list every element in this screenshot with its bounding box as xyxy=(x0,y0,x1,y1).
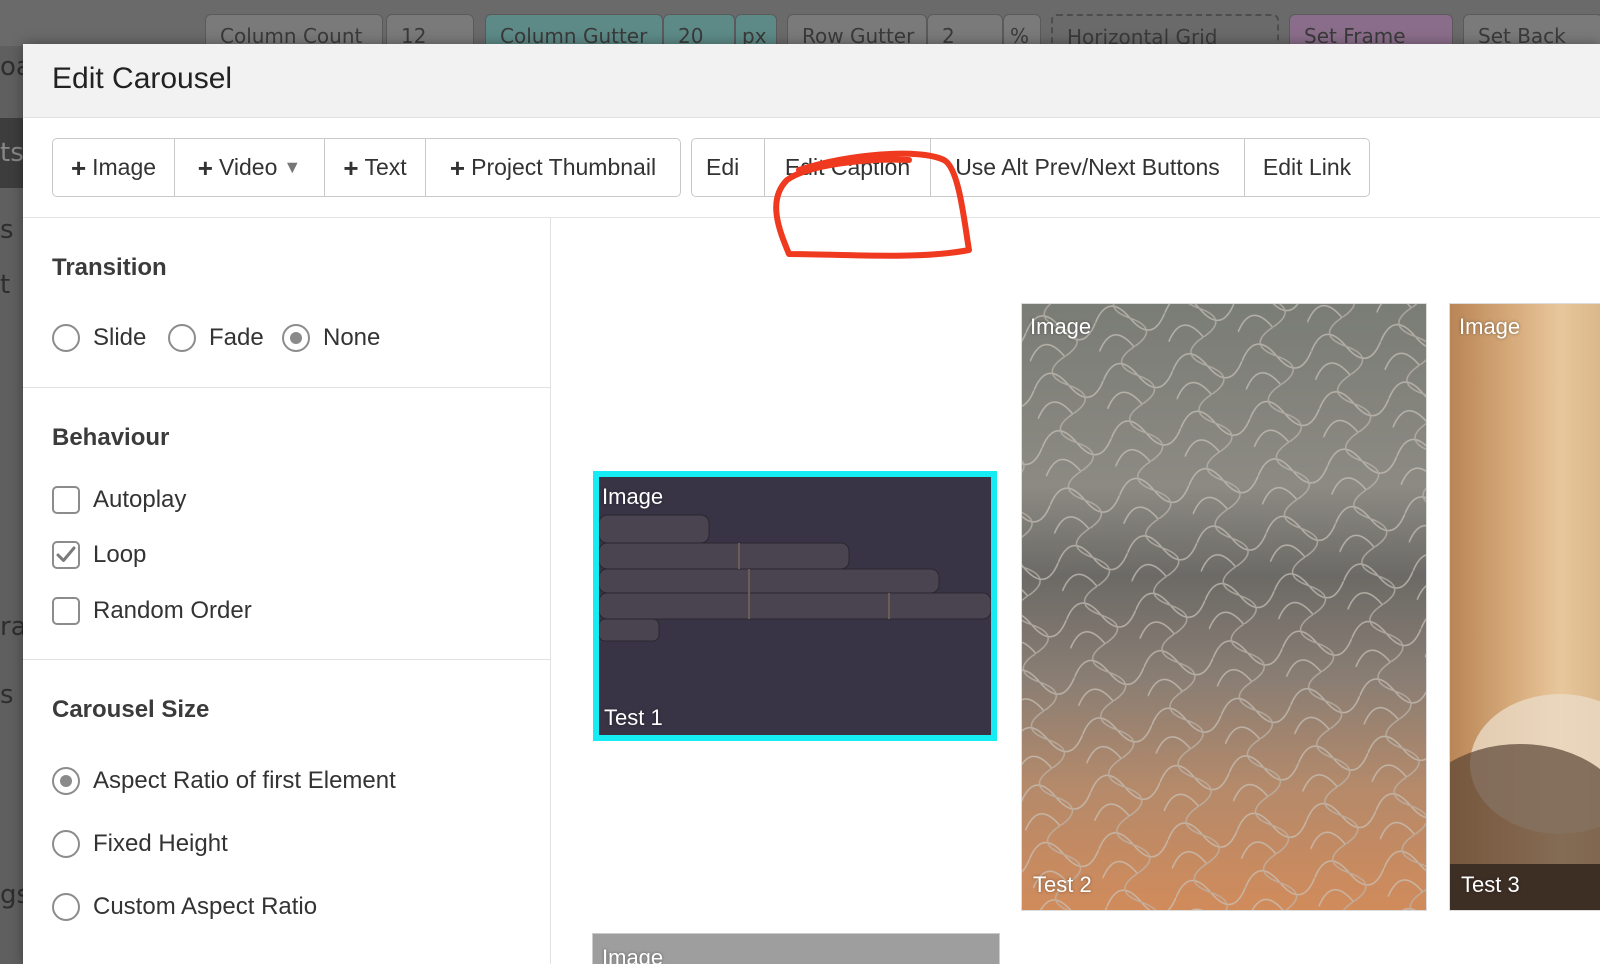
fixed-height-option[interactable]: Fixed Height xyxy=(52,830,228,858)
modal-header: Edit Carousel xyxy=(23,44,1600,118)
slide-2-image xyxy=(1022,304,1426,910)
add-video-button[interactable]: + Video ▼ xyxy=(175,139,325,196)
radio-slide[interactable] xyxy=(52,324,80,352)
plus-icon: + xyxy=(449,152,466,183)
add-image-label: Image xyxy=(92,154,157,180)
bg-fragment: t xyxy=(0,270,11,300)
caret-down-icon: ▼ xyxy=(283,157,302,177)
autoplay-checkbox[interactable] xyxy=(52,486,80,514)
loop-checkbox[interactable] xyxy=(52,541,80,569)
random-order-checkbox[interactable] xyxy=(52,597,80,625)
bg-fragment: oa xyxy=(0,52,24,82)
edit-element-group: Edi Edit Caption Use Alt Prev/Next Butto… xyxy=(691,138,1370,197)
add-image-button[interactable]: + Image xyxy=(53,139,175,196)
add-text-label: Text xyxy=(364,154,407,180)
transition-section: Transition Slide Fade None xyxy=(23,218,550,388)
radio-aspect-ratio-first[interactable] xyxy=(52,767,80,795)
add-project-thumbnail-label: Project Thumbnail xyxy=(471,154,657,180)
behaviour-section: Behaviour Autoplay Loop Random Order xyxy=(23,388,550,660)
carousel-toolbar: + Image + Video ▼ + Text + Project Thumb… xyxy=(23,118,1600,218)
radio-fade[interactable] xyxy=(168,324,196,352)
autoplay-label: Autoplay xyxy=(93,486,187,513)
fixed-height-label: Fixed Height xyxy=(93,830,228,857)
edit-button[interactable]: Edi xyxy=(692,139,765,196)
checkmark-icon xyxy=(56,546,76,562)
custom-aspect-ratio-option[interactable]: Custom Aspect Ratio xyxy=(52,893,317,921)
transition-slide-option[interactable]: Slide xyxy=(52,324,146,352)
carousel-size-section: Carousel Size Aspect Ratio of first Elem… xyxy=(23,660,550,964)
bg-fragment: s xyxy=(0,680,14,710)
modal-title: Edit Carousel xyxy=(52,62,233,95)
slide-1-image xyxy=(599,477,991,735)
slide-1-caption: Test 1 xyxy=(604,705,663,730)
plus-icon: + xyxy=(70,152,87,183)
add-text-button[interactable]: + Text xyxy=(325,139,426,196)
transition-title: Transition xyxy=(52,254,167,281)
transition-slide-label: Slide xyxy=(93,324,147,351)
slide-3-image xyxy=(1450,694,1600,910)
bg-fragment: ra xyxy=(0,612,24,642)
slide-2-caption: Test 2 xyxy=(1033,872,1092,897)
bg-fragment: s xyxy=(0,215,14,245)
slide-1-type-label: Image xyxy=(602,484,664,509)
loop-label: Loop xyxy=(93,541,147,568)
bg-fragment: gs xyxy=(0,880,24,910)
slide-4-type-label: Image xyxy=(602,945,664,964)
custom-aspect-ratio-label: Custom Aspect Ratio xyxy=(93,893,318,920)
behaviour-title: Behaviour xyxy=(52,424,170,451)
add-project-thumbnail-button[interactable]: + Project Thumbnail xyxy=(426,139,680,196)
radio-fixed-height[interactable] xyxy=(52,830,80,858)
background-toolbar: Column Count 12 Column Gutter 20 px Row … xyxy=(0,0,1600,58)
edit-link-button[interactable]: Edit Link xyxy=(1245,139,1369,196)
use-alt-prev-next-buttons-button[interactable]: Use Alt Prev/Next Buttons xyxy=(931,139,1245,196)
radio-none[interactable] xyxy=(282,324,310,352)
bg-fragment: ts xyxy=(0,138,24,168)
carousel-size-title: Carousel Size xyxy=(52,696,210,723)
add-element-group: + Image + Video ▼ + Text + Project Thumb… xyxy=(52,138,681,197)
slide-1-selected[interactable]: Image Test 1 xyxy=(593,471,997,741)
slide-3[interactable]: Image Test 3 xyxy=(1449,303,1600,911)
transition-fade-label: Fade xyxy=(209,324,264,351)
aspect-ratio-first-label: Aspect Ratio of first Element xyxy=(93,767,396,794)
transition-none-option[interactable]: None xyxy=(282,324,380,352)
random-order-option[interactable]: Random Order xyxy=(52,597,252,625)
loop-option[interactable]: Loop xyxy=(52,541,146,569)
carousel-preview: Image Test 1 Image Test 2 Image Test 3 I… xyxy=(551,218,1600,964)
plus-icon: + xyxy=(343,152,359,183)
slide-2[interactable]: Image Test 2 xyxy=(1021,303,1427,911)
carousel-settings-panel: Transition Slide Fade None Behaviour Aut… xyxy=(23,218,551,964)
slide-3-type-label: Image xyxy=(1459,314,1521,339)
slide-4[interactable]: Image xyxy=(592,933,1000,964)
transition-fade-option[interactable]: Fade xyxy=(168,324,264,352)
autoplay-option[interactable]: Autoplay xyxy=(52,486,186,514)
add-video-label: Video xyxy=(218,154,278,180)
edit-carousel-modal: Edit Carousel + Image + Video ▼ + Text +… xyxy=(23,44,1600,964)
transition-none-label: None xyxy=(323,324,381,351)
plus-icon: + xyxy=(197,152,213,183)
slide-2-type-label: Image xyxy=(1030,314,1092,339)
edit-caption-button[interactable]: Edit Caption xyxy=(765,139,931,196)
radio-custom-aspect-ratio[interactable] xyxy=(52,893,80,921)
aspect-ratio-first-option[interactable]: Aspect Ratio of first Element xyxy=(52,767,396,795)
random-order-label: Random Order xyxy=(93,597,252,624)
slide-3-caption: Test 3 xyxy=(1461,872,1520,897)
